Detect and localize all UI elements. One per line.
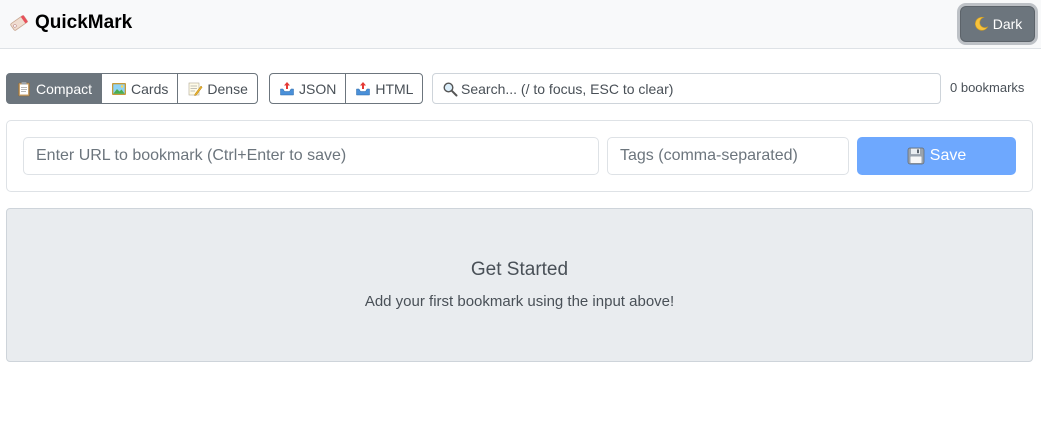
magnifier-icon (442, 81, 458, 97)
empty-state: Get Started Add your first bookmark usin… (6, 208, 1033, 362)
search-box (432, 73, 941, 104)
outbox-icon (279, 81, 295, 97)
view-compact-label: Compact (36, 80, 93, 97)
save-button[interactable]: Save (857, 137, 1016, 175)
outbox-icon (355, 81, 371, 97)
view-mode-group: Compact Cards Dense (6, 73, 258, 104)
view-compact-button[interactable]: Compact (6, 73, 103, 104)
export-html-button[interactable]: HTML (345, 73, 424, 104)
export-json-button[interactable]: JSON (269, 73, 347, 104)
save-label: Save (929, 147, 967, 164)
memo-icon (187, 81, 203, 97)
bookmark-tag-icon (7, 11, 31, 35)
clipboard-icon (16, 81, 32, 97)
empty-state-title: Get Started (470, 259, 569, 280)
export-group: JSON HTML (269, 73, 424, 104)
picture-icon (111, 81, 127, 97)
export-html-label: HTML (375, 80, 414, 97)
url-input[interactable] (23, 137, 599, 175)
export-json-label: JSON (299, 80, 337, 97)
dark-mode-label: Dark (992, 16, 1023, 32)
search-input[interactable] (461, 74, 940, 103)
view-cards-button[interactable]: Cards (101, 73, 179, 104)
moon-icon (973, 16, 989, 32)
app-title: QuickMark (35, 12, 133, 33)
view-dense-button[interactable]: Dense (177, 73, 258, 104)
empty-state-message: Add your first bookmark using the input … (364, 293, 675, 310)
add-bookmark-card: Save (6, 120, 1033, 192)
brand: QuickMark (7, 11, 132, 35)
dark-mode-button[interactable]: Dark (960, 6, 1035, 42)
view-dense-label: Dense (207, 80, 248, 97)
floppy-disk-icon (907, 147, 925, 165)
tags-input[interactable] (607, 137, 849, 175)
app-header: QuickMark Dark (0, 0, 1041, 49)
view-cards-label: Cards (131, 80, 169, 97)
bookmark-count: 0 bookmarks (950, 80, 1025, 95)
